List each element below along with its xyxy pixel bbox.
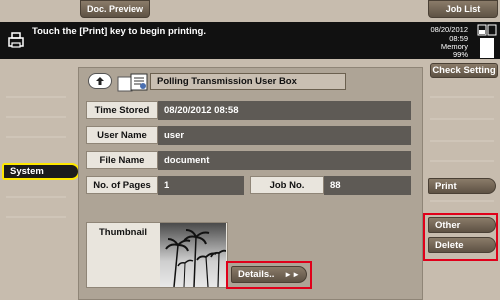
print-button[interactable]: Print [428, 178, 496, 194]
pages-value: 1 [158, 176, 244, 195]
up-arrow-icon [96, 77, 104, 85]
right-divider-5 [430, 200, 494, 202]
time-stored-label: Time Stored [86, 101, 158, 119]
status-message: Touch the [Print] key to begin printing. [32, 26, 206, 37]
job-list-tab[interactable]: Job List [428, 0, 498, 18]
box-title: Polling Transmission User Box [150, 73, 346, 90]
thumbnail-label: Thumbnail [98, 227, 148, 238]
check-setting-button[interactable]: Check Setting [430, 63, 498, 78]
right-divider-4 [430, 160, 494, 162]
file-name-label: File Name [86, 151, 158, 169]
user-name-label: User Name [86, 126, 158, 144]
user-name-value: user [158, 126, 411, 145]
details-highlight [226, 261, 312, 289]
right-divider-2 [430, 118, 494, 120]
time-stored-value: 08/20/2012 08:58 [158, 101, 411, 120]
job-no-label: Job No. [250, 176, 324, 194]
memory-value: 99% [452, 50, 468, 59]
doc-preview-tab[interactable]: Doc. Preview [80, 0, 150, 18]
message-bar: Touch the [Print] key to begin printing.… [0, 22, 500, 59]
right-divider-3 [430, 140, 494, 142]
back-button[interactable] [88, 73, 112, 89]
right-divider-1 [430, 96, 494, 98]
printer-icon [8, 32, 24, 48]
system-menu-item[interactable]: System [2, 163, 80, 180]
toner-icon [477, 24, 497, 36]
date-display: 08/20/2012 [430, 25, 468, 34]
user-box-icon [117, 73, 148, 92]
job-no-value: 88 [324, 176, 411, 195]
thumbnail-image [160, 223, 226, 287]
pages-label: No. of Pages [86, 176, 158, 194]
file-name-value: document [158, 151, 411, 170]
memory-gauge [480, 38, 494, 58]
other-delete-highlight [423, 213, 498, 261]
system-label: System [10, 166, 44, 177]
